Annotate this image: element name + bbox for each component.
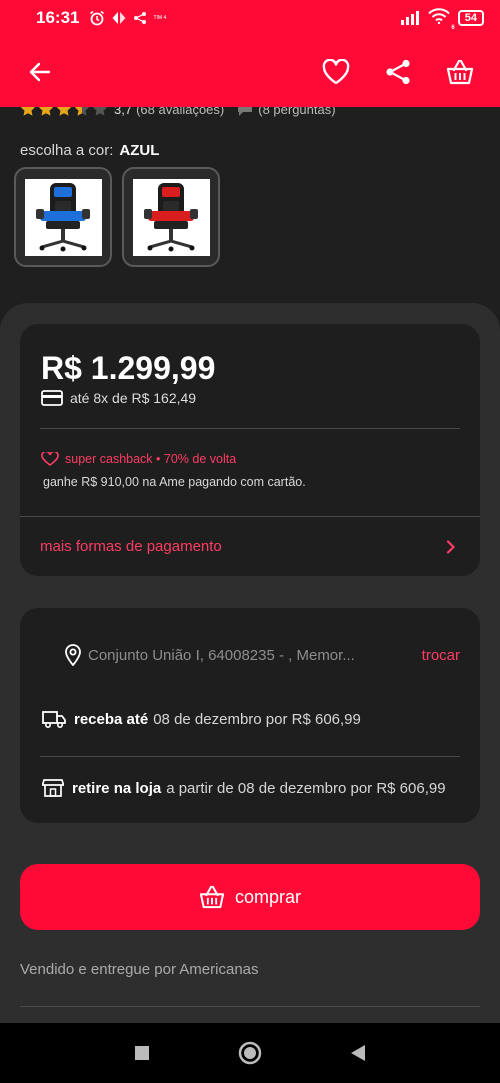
- wifi-icon: [428, 7, 450, 24]
- store-icon: [42, 779, 64, 797]
- buy-label: comprar: [234, 886, 301, 907]
- divider: [40, 428, 460, 429]
- app-bar: [0, 36, 500, 107]
- share-icon: [386, 59, 410, 84]
- delivery-row: receba até 08 de dezembro por R$ 606,99: [42, 710, 460, 728]
- chair-thumbnail-red: [132, 178, 210, 256]
- pickup-row: retire na loja a partir de 08 de dezembr…: [42, 778, 460, 798]
- price: R$ 1.299,99: [41, 350, 216, 386]
- gaming-chair-image: [144, 183, 198, 252]
- carrefour-icon: [112, 12, 126, 24]
- price-card: R$ 1.299,99 até 8x de R$ 162,49 super ca…: [20, 324, 480, 576]
- chevron-right-icon: [446, 539, 456, 554]
- recents-button[interactable]: [127, 1038, 157, 1068]
- more-payment-options[interactable]: mais formas de pagamento: [20, 516, 480, 576]
- signal-icon: [400, 11, 419, 25]
- address-row: Conjunto União I, 64008235 - , Memor... …: [64, 642, 460, 668]
- carrier-tag: TIM 4: [153, 15, 167, 21]
- cashback-info: super cashback • 70% de volta: [41, 452, 236, 466]
- basket-icon: [446, 59, 474, 84]
- address-text: Conjunto União I, 64008235 - , Memor...: [88, 646, 355, 664]
- home-button[interactable]: [235, 1038, 265, 1068]
- alarm-icon: [90, 10, 105, 26]
- heart-icon: [322, 58, 350, 84]
- battery-indicator: 54: [457, 10, 484, 26]
- seller-info: Vendido e entregue por Americanas: [20, 961, 259, 978]
- basket-button[interactable]: [440, 52, 480, 92]
- diamond-heart-icon: [41, 452, 59, 466]
- credit-card-icon: [41, 390, 63, 406]
- basket-icon: [199, 885, 225, 909]
- truck-icon: [42, 711, 66, 728]
- share-button[interactable]: [378, 52, 418, 92]
- cashback-detail: ganhe R$ 910,00 na Ame pagando com cartã…: [43, 475, 306, 489]
- buy-button[interactable]: comprar: [20, 864, 480, 930]
- divider: [40, 756, 460, 757]
- shipping-card: Conjunto União I, 64008235 - , Memor... …: [20, 608, 480, 823]
- status-bar: 16:31 TIM 4 6 54: [0, 0, 500, 36]
- status-time: 16:31: [36, 8, 80, 27]
- pickup-label: retire na loja: [72, 779, 162, 797]
- installments: até 8x de R$ 162,49: [41, 390, 196, 406]
- system-nav-bar: [0, 1023, 500, 1083]
- chair-thumbnail-blue: [24, 178, 102, 256]
- back-triangle-icon: [351, 1045, 365, 1061]
- delivery-label: receba até: [74, 710, 149, 728]
- home-circle-icon: [238, 1041, 262, 1065]
- back-nav-button[interactable]: [343, 1038, 373, 1068]
- pickup-text: a partir de 08 de dezembro por R$ 606,99: [166, 779, 446, 797]
- delivery-text: 08 de dezembro por R$ 606,99: [153, 710, 361, 728]
- selected-color: AZUL: [119, 142, 160, 159]
- back-arrow-icon: [29, 62, 51, 81]
- gaming-chair-image: [36, 183, 90, 252]
- swatch-blue[interactable]: [14, 167, 112, 267]
- favorite-button[interactable]: [316, 52, 356, 92]
- back-button[interactable]: [20, 52, 60, 92]
- color-label: escolha a cor: AZUL: [20, 142, 160, 159]
- divider: [20, 1006, 480, 1007]
- color-swatches: [14, 167, 220, 267]
- share-network-icon: [134, 12, 147, 24]
- swatch-red[interactable]: [122, 167, 220, 267]
- square-icon: [135, 1046, 149, 1060]
- wifi-badge: 6: [451, 24, 455, 31]
- location-pin-icon: [65, 644, 81, 666]
- change-address-link[interactable]: trocar: [422, 647, 460, 664]
